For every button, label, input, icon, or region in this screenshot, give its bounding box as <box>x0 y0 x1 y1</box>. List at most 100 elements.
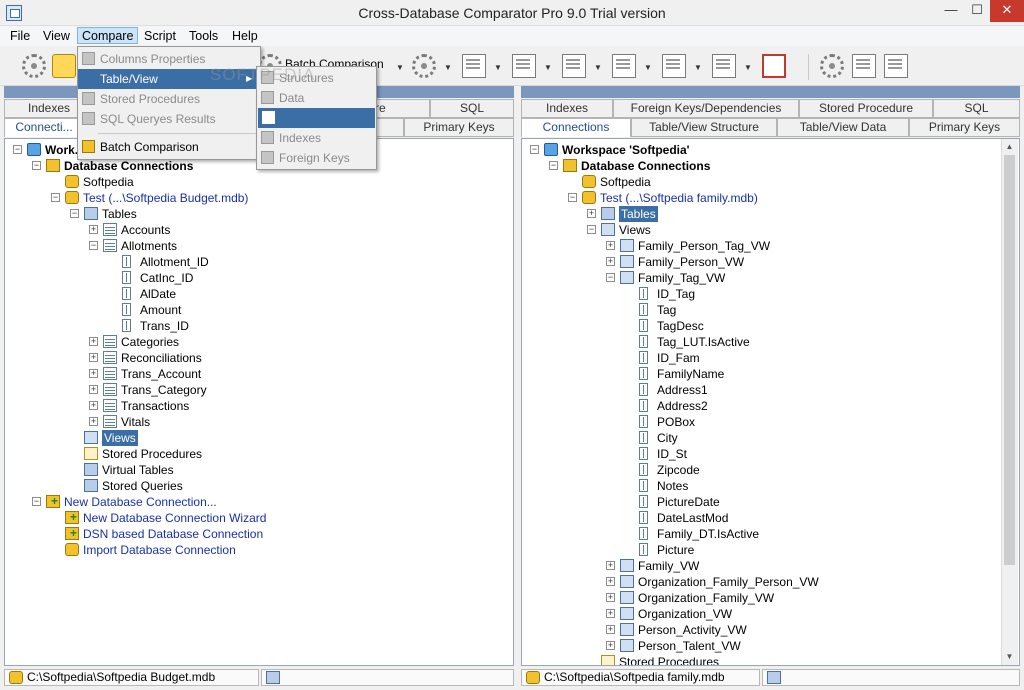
tree-item[interactable]: Views <box>70 430 490 446</box>
expand-icon[interactable]: + <box>89 337 98 346</box>
expand-icon[interactable]: + <box>89 401 98 410</box>
menu-view[interactable]: View <box>39 28 74 45</box>
tree-item[interactable]: + Categories <box>89 334 509 350</box>
collapse-icon[interactable]: − <box>568 193 577 202</box>
expand-icon[interactable]: + <box>89 369 98 378</box>
expand-icon[interactable]: + <box>606 561 615 570</box>
collapse-icon[interactable]: − <box>587 225 596 234</box>
tree-item[interactable]: POBox <box>625 414 1019 430</box>
submenu-item-data[interactable]: Data <box>257 88 376 108</box>
expand-icon[interactable]: + <box>89 385 98 394</box>
tree-item[interactable]: − Database Connections <box>32 158 452 174</box>
left-connections-tree[interactable]: − Work... − Database Connections Softpedia − T… <box>4 138 514 666</box>
expand-icon[interactable]: + <box>606 577 615 586</box>
report-icon[interactable] <box>852 54 876 78</box>
tree-item[interactable]: Picture <box>625 542 1019 558</box>
right-tab-foreign-keys[interactable]: Foreign Keys/Dependencies <box>613 99 799 118</box>
expand-icon[interactable]: + <box>606 593 615 602</box>
scroll-up-icon[interactable]: ▲ <box>1002 139 1017 154</box>
expand-icon[interactable]: + <box>89 417 98 426</box>
collapse-icon[interactable]: − <box>89 241 98 250</box>
network-icon[interactable] <box>762 54 786 78</box>
collapse-icon[interactable]: − <box>32 161 41 170</box>
tree-item[interactable]: Amount <box>108 302 513 318</box>
data-compare-icon[interactable] <box>512 54 536 78</box>
submenu-item-foreign-keys[interactable]: Foreign Keys <box>257 148 376 168</box>
connect-gear-icon[interactable] <box>22 54 46 78</box>
tree-item[interactable]: + Trans_Category <box>89 382 509 398</box>
tree-item[interactable]: TagDesc <box>625 318 1019 334</box>
tree-item[interactable]: City <box>625 430 1019 446</box>
tree-item[interactable]: ID_St <box>625 446 1019 462</box>
close-button[interactable]: ✕ <box>990 0 1024 22</box>
menu-item-batch-comparison[interactable]: Batch Comparison <box>78 137 260 157</box>
procedure-compare-icon[interactable] <box>612 54 636 78</box>
dropdown-arrow-icon[interactable]: ▼ <box>644 63 652 72</box>
tree-item[interactable]: DateLastMod <box>625 510 1019 526</box>
tree-item[interactable]: − Family_Tag_VW <box>606 270 1019 286</box>
left-tab-primary-keys[interactable]: Primary Keys <box>404 118 514 137</box>
menu-item-stored-procedures[interactable]: Stored Procedures <box>78 89 260 109</box>
dropdown-arrow-icon[interactable]: ▼ <box>744 63 752 72</box>
expand-icon[interactable]: + <box>606 257 615 266</box>
tree-item[interactable]: PictureDate <box>625 494 1019 510</box>
expand-icon[interactable]: + <box>89 353 98 362</box>
right-tab-connections[interactable]: Connections <box>521 118 631 137</box>
dropdown-arrow-icon[interactable]: ▼ <box>544 63 552 72</box>
tree-item[interactable]: − Workspace 'Softpedia' <box>530 142 950 158</box>
tree-item[interactable]: − Database Connections <box>549 158 969 174</box>
expand-icon[interactable]: + <box>606 609 615 618</box>
tree-item[interactable]: Zipcode <box>625 462 1019 478</box>
tree-item[interactable]: + Organization_Family_VW <box>606 590 1019 606</box>
menu-compare[interactable]: Compare <box>77 27 139 44</box>
right-tab-indexes[interactable]: Indexes <box>521 99 613 118</box>
collapse-icon[interactable]: − <box>549 161 558 170</box>
menu-file[interactable]: File <box>6 28 34 45</box>
collapse-icon[interactable]: − <box>70 209 79 218</box>
tree-item[interactable]: Notes <box>625 478 1019 494</box>
tree-item[interactable]: Tag_LUT.IsActive <box>625 334 1019 350</box>
tree-item[interactable]: CatInc_ID <box>108 270 513 286</box>
menu-script[interactable]: Script <box>140 28 180 45</box>
tree-item[interactable]: + Organization_VW <box>606 606 1019 622</box>
database-icon[interactable] <box>884 54 908 78</box>
tree-item[interactable]: + Family_VW <box>606 558 1019 574</box>
tree-item[interactable]: Softpedia <box>51 174 471 190</box>
tree-item[interactable]: + Trans_Account <box>89 366 509 382</box>
menu-tools[interactable]: Tools <box>185 28 222 45</box>
tree-item[interactable]: Trans_ID <box>108 318 513 334</box>
index-compare-icon[interactable] <box>562 54 586 78</box>
tree-item[interactable]: + Reconciliations <box>89 350 509 366</box>
submenu-item-highlighted[interactable] <box>258 108 375 128</box>
tree-item[interactable]: + Vitals <box>89 414 509 430</box>
tree-item[interactable]: AlDate <box>108 286 513 302</box>
right-tab-structure[interactable]: Table/View Structure <box>631 118 777 137</box>
dropdown-arrow-icon[interactable]: ▼ <box>494 63 502 72</box>
expand-icon[interactable]: + <box>606 641 615 650</box>
expand-icon[interactable]: + <box>606 241 615 250</box>
tree-item[interactable]: + Accounts <box>89 222 509 238</box>
tree-item[interactable]: FamilyName <box>625 366 1019 382</box>
right-connections-tree[interactable]: − Workspace 'Softpedia' − Database Connecti… <box>521 138 1020 666</box>
maximize-button[interactable]: ☐ <box>964 0 990 22</box>
tree-item[interactable]: − Test (...\Softpedia family.mdb) <box>568 190 988 206</box>
tree-item[interactable]: − Tables <box>70 206 490 222</box>
tree-item[interactable]: − Views <box>587 222 1007 238</box>
batch-dropdown-arrow-icon[interactable]: ▼ <box>396 63 404 72</box>
tree-item[interactable]: Stored Procedures <box>587 654 1007 665</box>
tree-item[interactable]: Virtual Tables <box>70 462 490 478</box>
tree-item[interactable]: Address1 <box>625 382 1019 398</box>
tree-item[interactable]: Stored Procedures <box>70 446 490 462</box>
right-tab-stored-procedure[interactable]: Stored Procedure <box>799 99 933 118</box>
settings-gear-icon[interactable] <box>820 54 844 78</box>
menu-item-sql-queries-results[interactable]: SQL Queryes Results <box>78 109 260 129</box>
tree-item[interactable]: Address2 <box>625 398 1019 414</box>
tree-item[interactable]: ID_Tag <box>625 286 1019 302</box>
tree-item[interactable]: DSN based Database Connection <box>51 525 471 542</box>
compare-gear-icon[interactable] <box>412 54 436 78</box>
collapse-icon[interactable]: − <box>530 145 539 154</box>
dropdown-arrow-icon[interactable]: ▼ <box>694 63 702 72</box>
tree-item[interactable]: Stored Queries <box>70 478 490 494</box>
tree-item[interactable]: New Database Connection Wizard <box>51 509 471 526</box>
tree-item[interactable]: Softpedia <box>568 174 988 190</box>
